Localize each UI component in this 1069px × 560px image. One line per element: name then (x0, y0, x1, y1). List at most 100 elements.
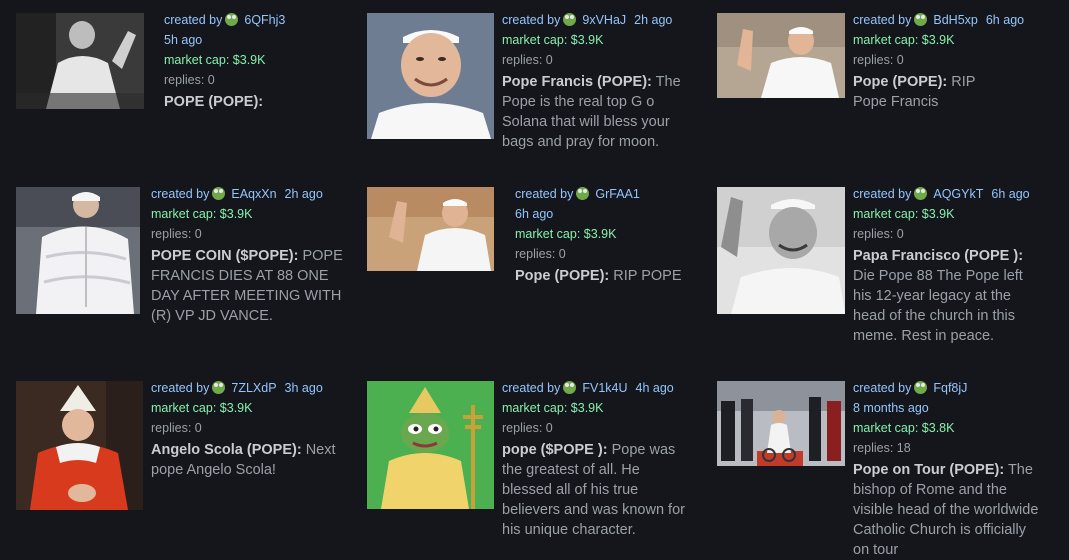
replies-value: 0 (194, 421, 202, 435)
creator-username[interactable]: FV1k4U (582, 381, 627, 395)
market-cap-label: market cap: (164, 53, 230, 67)
created-by-label: created by (502, 13, 561, 27)
creator-username[interactable]: 7ZLXdP (231, 381, 276, 395)
replies-value: 0 (545, 421, 553, 435)
replies-label: replies: (151, 227, 192, 241)
replies-count: replies: 0 (515, 244, 695, 264)
market-cap: market cap: $3.9K (164, 50, 340, 70)
market-cap-value: $3.8K (921, 421, 955, 435)
coin-thumbnail[interactable] (367, 13, 494, 139)
replies-value: 0 (558, 247, 566, 261)
market-cap-label: market cap: (853, 207, 919, 221)
coin-thumbnail[interactable] (717, 13, 845, 98)
market-cap-value: $3.9K (232, 53, 266, 67)
creator-line: created by Fqf8jJ (853, 378, 1058, 398)
coin-description: POPE (POPE): (164, 92, 340, 112)
created-by-label: created by (515, 187, 574, 201)
created-by-label: created by (502, 381, 561, 395)
created-by-label: created by (853, 381, 912, 395)
created-time: 2h ago (634, 13, 673, 27)
creator-line: created by 7ZLXdP 3h ago (151, 378, 346, 398)
created-by-label: created by (853, 13, 912, 27)
created-time: 6h ago (515, 207, 554, 221)
created-time: 8 months ago (853, 401, 929, 415)
created-time: 3h ago (284, 381, 323, 395)
creator-username[interactable]: GrFAA1 (595, 187, 639, 201)
market-cap-value: $3.9K (570, 401, 604, 415)
created-by-label: created by (853, 187, 912, 201)
coin-thumbnail[interactable] (367, 187, 494, 271)
coin-name: pope ($POPE ): (502, 442, 608, 458)
replies-value: 0 (896, 227, 904, 241)
market-cap-value: $3.9K (921, 207, 955, 221)
replies-label: replies: (502, 53, 543, 67)
created-time: 4h ago (635, 381, 674, 395)
market-cap-label: market cap: (515, 227, 581, 241)
replies-label: replies: (151, 421, 192, 435)
replies-label: replies: (853, 441, 894, 455)
coin-name: Pope on Tour (POPE): (853, 462, 1005, 478)
created-by-label: created by (151, 187, 210, 201)
creator-username[interactable]: BdH5xp (933, 13, 977, 27)
coin-name: Pope Francis (POPE): (502, 74, 652, 90)
creator-username[interactable]: Fqf8jJ (933, 381, 967, 395)
coin-thumbnail[interactable] (16, 187, 140, 314)
market-cap: market cap: $3.8K (853, 418, 1058, 438)
coin-name: Angelo Scola (POPE): (151, 442, 302, 458)
replies-label: replies: (502, 421, 543, 435)
market-cap: market cap: $3.9K (502, 30, 692, 50)
coin-description: POPE COIN ($POPE): POPE FRANCIS DIES AT … (151, 246, 346, 326)
market-cap-label: market cap: (853, 33, 919, 47)
frog-avatar-icon (576, 187, 590, 200)
frog-avatar-icon (914, 13, 928, 26)
market-cap-label: market cap: (853, 421, 919, 435)
creator-username[interactable]: EAqxXn (231, 187, 276, 201)
coin-name: Pope (POPE): (515, 268, 610, 284)
replies-count: replies: 0 (502, 50, 692, 70)
replies-count: replies: 0 (853, 224, 1053, 244)
coin-description: Angelo Scola (POPE): Next pope Angelo Sc… (151, 440, 346, 480)
creator-line: created by 6QFhj3 (164, 10, 340, 30)
coin-text: Die Pope 88 The Pope left his 12-year le… (853, 268, 1023, 344)
market-cap: market cap: $3.9K (853, 204, 1053, 224)
market-cap-label: market cap: (151, 401, 217, 415)
coin-description: Pope on Tour (POPE): The bishop of Rome … (853, 460, 1043, 560)
replies-count: replies: 0 (151, 224, 346, 244)
coin-description: pope ($POPE ): Pope was the greatest of … (502, 440, 692, 540)
market-cap: market cap: $3.9K (853, 30, 1053, 50)
coin-description: Pope (POPE): RIP POPE (515, 266, 695, 286)
replies-count: replies: 18 (853, 438, 1058, 458)
creator-username[interactable]: AQGYkT (933, 187, 983, 201)
frog-avatar-icon (212, 381, 226, 394)
market-cap: market cap: $3.9K (502, 398, 692, 418)
replies-value: 0 (207, 73, 215, 87)
coin-description: Pope Francis (POPE): The Pope is the rea… (502, 72, 692, 152)
creator-line: created by EAqxXn 2h ago (151, 184, 346, 204)
creator-line: created by 9xVHaJ 2h ago (502, 10, 692, 30)
replies-value: 0 (896, 53, 904, 67)
created-time: 2h ago (284, 187, 323, 201)
coin-thumbnail[interactable] (717, 187, 845, 314)
coin-thumbnail[interactable] (717, 381, 845, 466)
replies-count: replies: 0 (502, 418, 692, 438)
market-cap-label: market cap: (502, 401, 568, 415)
creator-username[interactable]: 9xVHaJ (582, 13, 626, 27)
created-by-label: created by (151, 381, 210, 395)
coin-thumbnail[interactable] (16, 13, 144, 109)
coin-thumbnail[interactable] (367, 381, 494, 509)
coin-name: POPE COIN ($POPE): (151, 248, 299, 264)
replies-count: replies: 0 (853, 50, 1053, 70)
replies-value: 0 (194, 227, 202, 241)
replies-value: 18 (896, 441, 911, 455)
coin-name: POPE (POPE): (164, 94, 264, 110)
market-cap-value: $3.9K (219, 207, 253, 221)
coin-name: Pope (POPE): (853, 74, 948, 90)
frog-avatar-icon (212, 187, 226, 200)
creator-username[interactable]: 6QFhj3 (244, 13, 285, 27)
market-cap-value: $3.9K (583, 227, 617, 241)
coin-description: Papa Francisco (POPE ): Die Pope 88 The … (853, 246, 1043, 346)
frog-avatar-icon (914, 187, 928, 200)
market-cap-value: $3.9K (570, 33, 604, 47)
coin-thumbnail[interactable] (16, 381, 143, 510)
replies-label: replies: (853, 227, 894, 241)
